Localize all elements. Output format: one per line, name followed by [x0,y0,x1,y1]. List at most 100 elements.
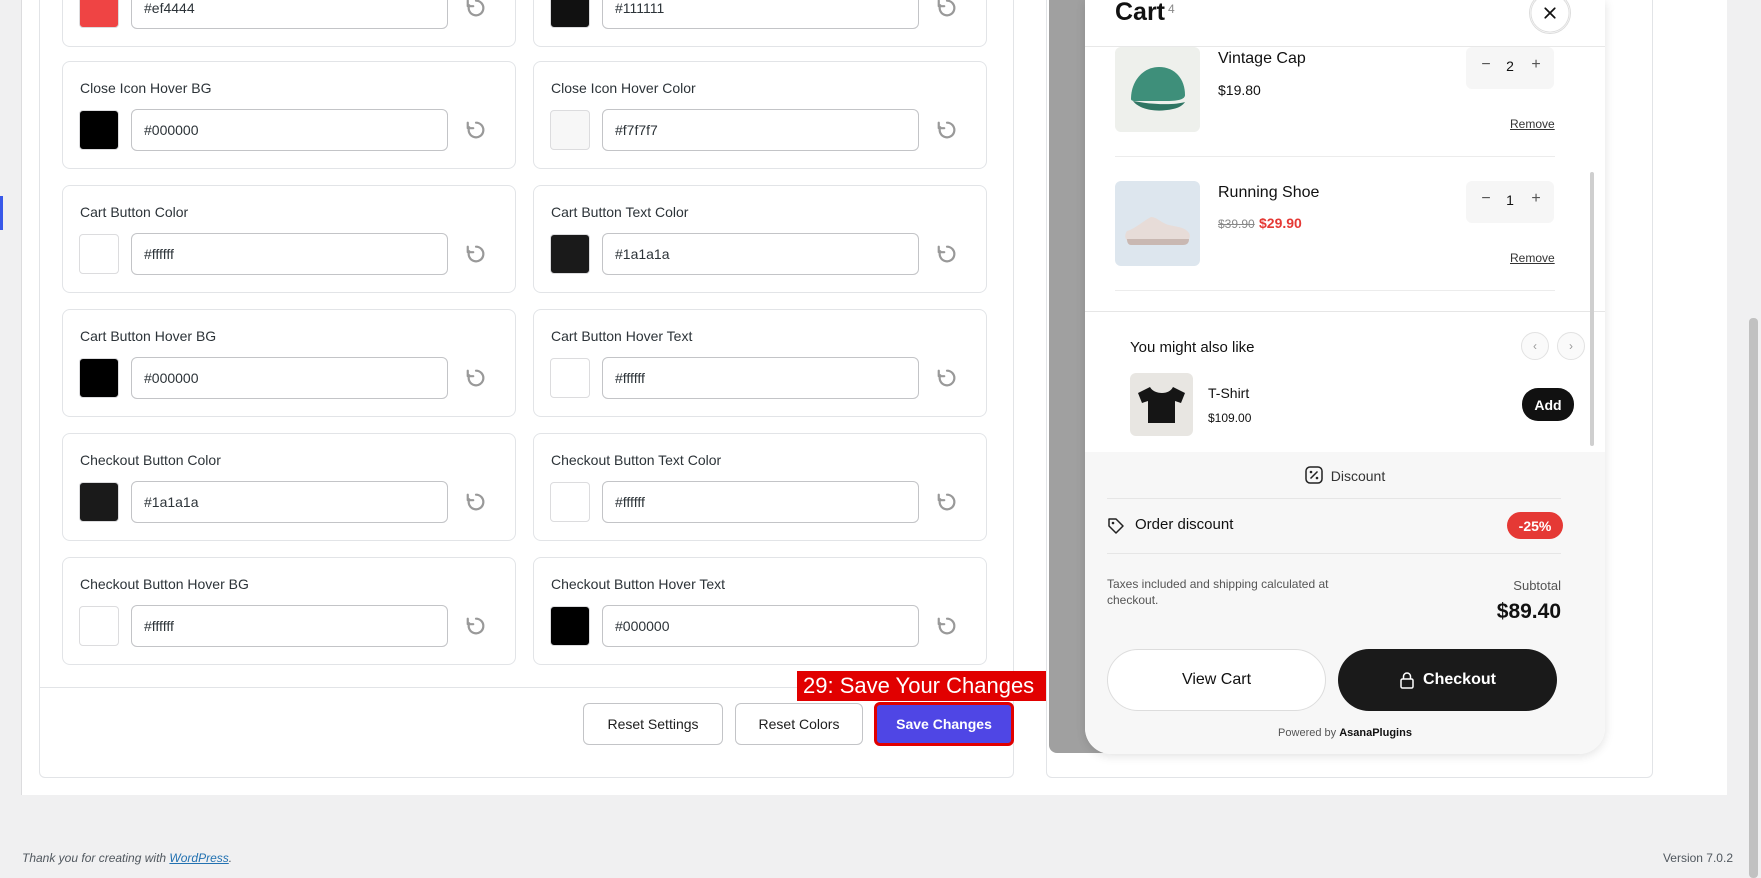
color-swatch[interactable] [550,234,590,274]
color-field-card: Cart Button Text Color [533,185,987,293]
color-swatch[interactable] [79,110,119,150]
cart-summary: Discount Order discount -25% Taxes inclu… [1085,452,1605,754]
color-swatch[interactable] [550,606,590,646]
reset-icon[interactable] [936,367,958,389]
increase-quantity-button[interactable]: + [1526,56,1546,74]
admin-sidebar-edge [0,0,22,795]
color-field-label: Close Icon Hover Color [551,80,696,96]
chevron-right-icon[interactable]: › [1557,332,1585,360]
color-hex-input[interactable] [131,233,448,275]
color-field-label: Close Icon Hover BG [80,80,212,96]
tax-note: Taxes included and shipping calculated a… [1107,577,1329,607]
order-discount-label: Order discount [1135,516,1234,533]
color-swatch[interactable] [79,0,119,28]
reset-icon[interactable] [465,243,487,265]
color-swatch[interactable] [550,482,590,522]
color-field-card: Cart Button Color [62,185,516,293]
color-hex-input[interactable] [602,357,919,399]
item-sale-price: $29.90 [1259,215,1302,231]
discount-toggle[interactable]: Discount [1085,466,1605,484]
powered-by: Powered by AsanaPlugins [1085,727,1605,739]
decrease-quantity-button[interactable]: − [1476,190,1496,208]
color-swatch[interactable] [550,0,590,28]
color-hex-input[interactable] [602,605,919,647]
color-hex-input[interactable] [131,0,448,29]
color-swatch[interactable] [79,482,119,522]
color-field-card: Cart Button Hover BG [62,309,516,417]
reset-icon[interactable] [465,0,487,19]
cart-header: Cart 4 [1085,0,1605,47]
reset-settings-button[interactable]: Reset Settings [583,703,723,745]
color-field-card: Close Icon Hover BG [62,61,516,169]
close-icon[interactable] [1529,0,1571,34]
order-discount-row: Order discount -25% [1107,498,1563,554]
save-changes-button[interactable]: Save Changes [874,702,1014,746]
discount-heading: Discount [1330,468,1386,484]
color-field-label: Checkout Button Color [80,452,221,468]
chevron-left-icon[interactable]: ‹ [1521,332,1549,360]
discount-badge: -25% [1507,512,1563,539]
increase-quantity-button[interactable]: + [1526,190,1546,208]
color-swatch[interactable] [550,110,590,150]
quantity-stepper: − 1 + [1466,181,1554,223]
footer-thanks-suffix: . [228,851,233,865]
upsell-product-price: $109.00 [1208,411,1252,425]
remove-item-link[interactable]: Remove [1510,117,1555,131]
color-field-card: Checkout Button Text Color [533,433,987,541]
powered-brand[interactable]: AsanaPlugins [1339,727,1412,739]
color-hex-input[interactable] [131,481,448,523]
item-name: Vintage Cap [1218,50,1306,67]
color-hex-input[interactable] [602,481,919,523]
color-field-label: Checkout Button Text Color [551,452,722,468]
color-field-label: Checkout Button Hover Text [551,576,726,592]
add-upsell-button[interactable]: Add [1522,388,1574,421]
reset-icon[interactable] [465,119,487,141]
view-cart-button[interactable]: View Cart [1107,649,1326,711]
color-field-card [533,0,987,47]
color-swatch[interactable] [79,606,119,646]
color-swatch[interactable] [79,358,119,398]
reset-icon[interactable] [936,243,958,265]
reset-icon[interactable] [465,367,487,389]
wordpress-link[interactable]: WordPress [169,851,228,865]
color-hex-input[interactable] [602,109,919,151]
color-field-card: Cart Button Hover Text [533,309,987,417]
remove-item-link[interactable]: Remove [1510,251,1555,265]
footer-thanks-prefix: Thank you for creating with [22,851,167,865]
discount-percent-icon [1305,466,1323,484]
page-scrollbar[interactable] [1749,318,1758,878]
section-divider [1085,311,1605,312]
color-hex-input[interactable] [131,109,448,151]
reset-icon[interactable] [936,119,958,141]
color-field-label: Cart Button Color [80,204,189,220]
color-field-card: Checkout Button Hover BG [62,557,516,665]
checkout-button[interactable]: Checkout [1338,649,1557,711]
step-annotation: 29: Save Your Changes [797,671,1049,701]
cart-drawer: Cart 4 Vintage Cap $19.80 − 2 + Remove R… [1085,0,1605,754]
upsell-title: You might also like [1130,339,1255,356]
quantity-value: 2 [1506,58,1514,74]
color-field-card [62,0,516,47]
subtotal-label: Subtotal [1513,578,1561,593]
color-swatch[interactable] [79,234,119,274]
color-swatch[interactable] [550,358,590,398]
cart-title: Cart [1115,0,1166,26]
tshirt-image [1130,373,1193,436]
color-field-label: Cart Button Text Color [551,204,689,220]
active-menu-marker [0,196,3,230]
color-hex-input[interactable] [602,0,919,29]
cart-item: Running Shoe $39.90 $29.90 − 1 + Remove [1115,181,1555,291]
reset-colors-button[interactable]: Reset Colors [735,703,863,745]
cart-scrollbar[interactable] [1590,172,1594,446]
decrease-quantity-button[interactable]: − [1476,56,1496,74]
reset-icon[interactable] [936,491,958,513]
reset-icon[interactable] [465,615,487,637]
reset-icon[interactable] [936,615,958,637]
color-settings-panel: Close Icon Hover BG Close Icon Hover Colo… [39,0,1014,778]
item-original-price: $39.90 [1218,217,1255,231]
reset-icon[interactable] [465,491,487,513]
reset-icon[interactable] [936,0,958,19]
color-hex-input[interactable] [602,233,919,275]
color-hex-input[interactable] [131,357,448,399]
color-hex-input[interactable] [131,605,448,647]
